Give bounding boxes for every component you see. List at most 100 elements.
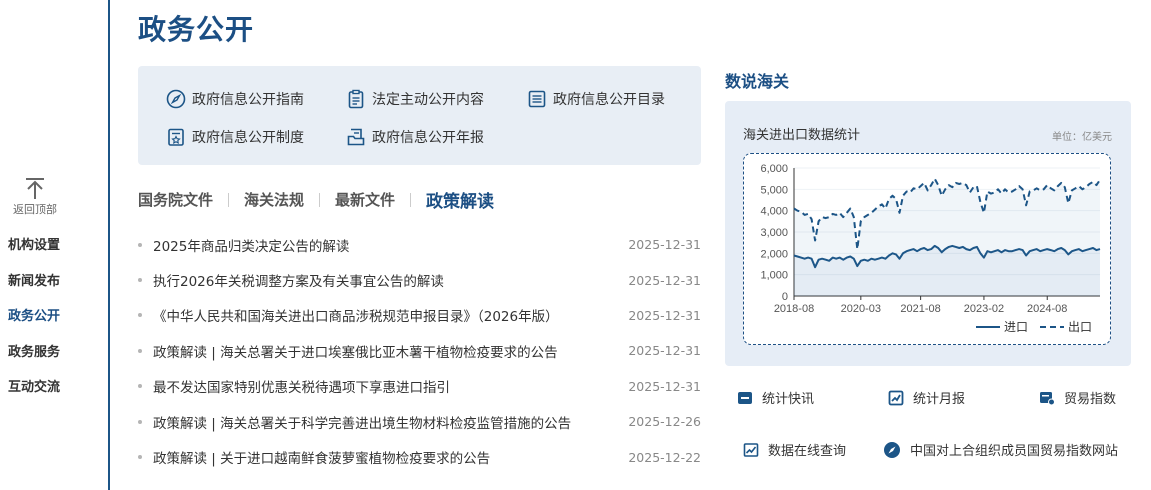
- compass-icon: [884, 441, 900, 458]
- service-label: 贸易指数: [1064, 392, 1117, 407]
- chart-unit: 单位：亿美元: [1052, 132, 1112, 143]
- news-title[interactable]: 执行2026年关税调整方案及有关事宜公告的解读: [153, 270, 620, 290]
- quick-link-catalog[interactable]: 政府信息公开目录: [527, 89, 665, 109]
- trade-line-chart: 0 1,000 2,000 3,000 4,000 5,000 6,000 2018-08 20…: [760, 163, 1101, 334]
- legend-label: 出口: [1068, 320, 1092, 334]
- news-list: 2025年商品归类决定公告的解读 2025-12-31 执行2026年关税调整方…: [138, 227, 701, 475]
- y-tick-label: 1,000: [760, 270, 788, 282]
- compass-icon: [166, 89, 186, 109]
- news-date: 2025-12-31: [628, 237, 701, 253]
- news-title[interactable]: 2025年商品归类决定公告的解读: [153, 235, 620, 255]
- tab-divider: [410, 192, 412, 207]
- customs-data-section-title: 数说海关: [725, 72, 790, 91]
- tab-policy-interpretation[interactable]: 政策解读: [426, 187, 494, 212]
- bullet-dot: [138, 278, 142, 283]
- y-tick-label: 3,000: [760, 227, 788, 239]
- quick-link-guide[interactable]: 政府信息公开指南: [166, 89, 304, 109]
- clipboard-icon: [348, 89, 364, 109]
- rail-item-gov-affairs[interactable]: 政务公开: [8, 307, 60, 343]
- quick-link-system[interactable]: 政府信息公开制度: [166, 127, 304, 147]
- trade-index-icon: [1040, 391, 1055, 405]
- x-tick-label: 2018-08: [774, 303, 814, 315]
- x-tick-label: 2020-03: [841, 303, 881, 315]
- y-tick-label: 0: [782, 291, 788, 303]
- chart-frame: 0 1,000 2,000 3,000 4,000 5,000 6,000 2018-08 20…: [743, 153, 1111, 345]
- policy-doc-icon: [168, 128, 184, 146]
- arrow-up-icon: [26, 178, 44, 199]
- legend-label: 进口: [1004, 320, 1028, 334]
- bullet-dot: [138, 419, 142, 424]
- news-date: 2025-12-31: [628, 307, 701, 323]
- rail-nav: 机构设置 新闻发布 政务公开 政务服务 互动交流: [8, 236, 60, 414]
- quick-link-label: 政府信息公开年报: [372, 130, 484, 146]
- service-label: 统计快讯: [762, 392, 815, 407]
- service-label: 统计月报: [913, 392, 966, 407]
- y-tick-label: 2,000: [760, 248, 788, 260]
- service-label: 数据在线查询: [768, 444, 847, 459]
- quick-link-label: 政府信息公开制度: [192, 130, 304, 146]
- series-area-出口: [794, 178, 1100, 296]
- y-tick-label: 5,000: [760, 184, 788, 196]
- monthly-report-icon: [888, 390, 904, 405]
- service-trade-index[interactable]: 贸易指数: [1039, 388, 1116, 407]
- service-data-query[interactable]: 数据在线查询: [743, 440, 846, 459]
- tab-customs-laws[interactable]: 海关法规: [244, 189, 304, 210]
- data-query-icon: [743, 442, 759, 457]
- rail-item-services[interactable]: 政务服务: [8, 343, 60, 379]
- list-item[interactable]: 政策解读 | 关于进口越南鲜食菠萝蜜植物检疫要求的公告 2025-12-22: [138, 439, 701, 474]
- x-tick-label: 2021-08: [900, 303, 940, 315]
- chart-title: 海关进出口数据统计: [743, 128, 861, 143]
- service-stat-news[interactable]: 统计快讯: [737, 388, 814, 407]
- bullet-dot: [138, 384, 142, 389]
- quick-link-label: 法定主动公开内容: [372, 92, 484, 108]
- y-tick-label: 4,000: [760, 206, 788, 218]
- rail-item-interaction[interactable]: 互动交流: [8, 378, 60, 414]
- list-item[interactable]: 政策解读 | 海关总署关于进口埃塞俄比亚木薯干植物检疫要求的公告 2025-12…: [138, 333, 701, 368]
- back-to-top-button[interactable]: 返回顶部: [8, 176, 62, 217]
- news-date: 2025-12-26: [628, 414, 701, 430]
- rail-item-news[interactable]: 新闻发布: [8, 272, 60, 308]
- back-to-top-label: 返回顶部: [13, 203, 57, 216]
- bullet-dot: [138, 242, 142, 247]
- y-tick-label: 6,000: [760, 163, 788, 175]
- news-date: 2025-12-31: [628, 343, 701, 359]
- tab-divider: [319, 192, 321, 207]
- tab-latest-docs[interactable]: 最新文件: [335, 189, 395, 210]
- x-tick-label: 2023-02: [964, 303, 1004, 315]
- news-date: 2025-12-22: [628, 449, 701, 465]
- bullet-dot: [138, 313, 142, 318]
- tab-state-council-docs[interactable]: 国务院文件: [138, 189, 213, 210]
- list-item[interactable]: 最不发达国家特别优惠关税待遇项下享惠进口指引 2025-12-31: [138, 369, 701, 404]
- rail-item-org[interactable]: 机构设置: [8, 236, 60, 272]
- quick-link-annual-report[interactable]: 政府信息公开年报: [346, 127, 484, 147]
- list-item[interactable]: 2025年商品归类决定公告的解读 2025-12-31: [138, 227, 701, 262]
- quick-link-statutory[interactable]: 法定主动公开内容: [346, 89, 484, 109]
- news-date: 2025-12-31: [628, 378, 701, 394]
- x-tick-label: 2024-08: [1027, 303, 1067, 315]
- news-date: 2025-12-31: [628, 272, 701, 288]
- tab-divider: [228, 192, 230, 207]
- annual-report-icon: [347, 128, 365, 146]
- list-item[interactable]: 《中华人民共和国海关进出口商品涉税规范申报目录》（2026年版） 2025-12…: [138, 298, 701, 333]
- news-title[interactable]: 政策解读 | 海关总署关于进口埃塞俄比亚木薯干植物检疫要求的公告: [153, 341, 620, 361]
- left-rail: 返回顶部 机构设置 新闻发布 政务公开 政务服务 互动交流: [0, 0, 110, 490]
- list-item[interactable]: 执行2026年关税调整方案及有关事宜公告的解读 2025-12-31: [138, 262, 701, 297]
- stat-news-icon: [738, 391, 752, 404]
- list-icon: [528, 90, 546, 108]
- quick-link-label: 政府信息公开指南: [192, 92, 304, 108]
- service-label: 中国对上合组织成员国贸易指数网站: [910, 444, 1119, 459]
- page-title: 政务公开: [138, 13, 255, 46]
- quick-link-label: 政府信息公开目录: [553, 92, 665, 108]
- quick-links-panel: 政府信息公开指南 法定主动公开内容 政府信息公开目录 政府信息公开制度 政府信息…: [138, 66, 701, 165]
- service-monthly-report[interactable]: 统计月报: [888, 388, 965, 407]
- news-title[interactable]: 最不发达国家特别优惠关税待遇项下享惠进口指引: [153, 376, 620, 396]
- news-tabs: 国务院文件 海关法规 最新文件 政策解读: [138, 187, 494, 212]
- bullet-dot: [138, 455, 142, 460]
- chart-panel: 海关进出口数据统计 单位：亿美元 0 1,000 2,000 3,000 4,000 5,…: [725, 101, 1131, 366]
- news-title[interactable]: 《中华人民共和国海关进出口商品涉税规范申报目录》（2026年版）: [153, 305, 620, 325]
- service-sco-trade-index-site[interactable]: 中国对上合组织成员国贸易指数网站: [883, 440, 1118, 459]
- list-item[interactable]: 政策解读 | 海关总署关于科学完善进出境生物材料检疫监管措施的公告 2025-1…: [138, 404, 701, 439]
- news-title[interactable]: 政策解读 | 海关总署关于科学完善进出境生物材料检疫监管措施的公告: [153, 412, 620, 432]
- news-title[interactable]: 政策解读 | 关于进口越南鲜食菠萝蜜植物检疫要求的公告: [153, 447, 620, 467]
- bullet-dot: [138, 348, 142, 353]
